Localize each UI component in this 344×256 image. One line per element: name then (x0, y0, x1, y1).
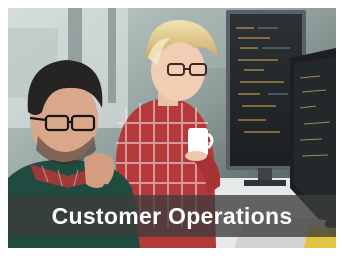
caption-bar: Customer Operations (8, 195, 336, 237)
category-card[interactable]: Customer Operations (8, 8, 336, 248)
category-title[interactable]: Customer Operations (52, 203, 293, 230)
